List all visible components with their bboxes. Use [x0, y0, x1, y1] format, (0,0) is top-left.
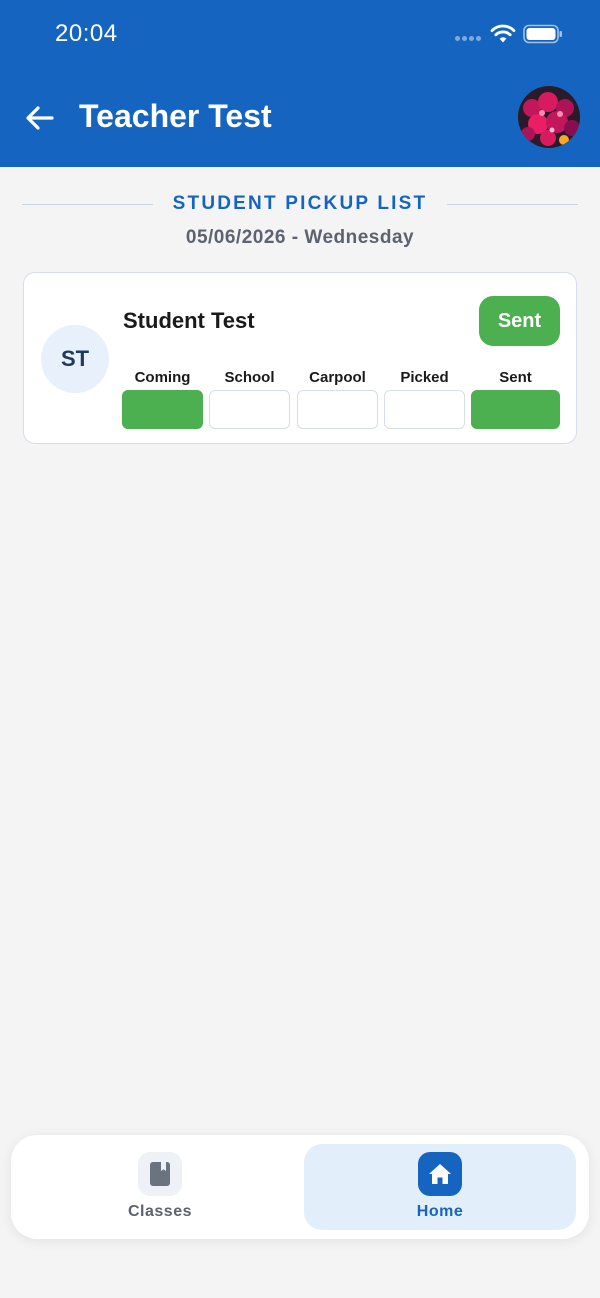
stage-school[interactable]: School: [209, 367, 290, 431]
stage-toggle[interactable]: [209, 390, 290, 429]
stage-toggle[interactable]: [471, 390, 560, 429]
date-label: 05/06/2026 - Wednesday: [185, 227, 415, 248]
student-initials-avatar: ST: [41, 325, 109, 393]
student-card[interactable]: ST Student Test Sent Coming School Carpo…: [23, 272, 577, 444]
divider: [22, 203, 153, 205]
nav-item-home[interactable]: Home: [304, 1144, 576, 1230]
stage-toggle[interactable]: [122, 390, 203, 429]
nav-item-classes[interactable]: Classes: [19, 1144, 301, 1230]
nav-label-classes: Classes: [128, 1203, 192, 1220]
stage-toggle[interactable]: [297, 390, 378, 429]
avatar[interactable]: [518, 86, 580, 148]
stage-label: Coming: [134, 369, 191, 386]
wifi-icon: [490, 24, 516, 43]
divider: [447, 203, 578, 205]
signal-icon: [455, 36, 483, 42]
app-header: 20:04 Teacher Test: [0, 0, 600, 167]
battery-icon: [523, 24, 562, 44]
stage-coming[interactable]: Coming: [122, 367, 203, 431]
stage-label: Sent: [499, 369, 532, 386]
stage-toggle[interactable]: [384, 390, 465, 429]
page-title: Teacher Test: [79, 98, 272, 134]
stage-sent[interactable]: Sent: [471, 367, 560, 431]
section-title: STUDENT PICKUP LIST: [172, 193, 428, 214]
section-header: STUDENT PICKUP LIST: [22, 190, 578, 218]
stage-picked[interactable]: Picked: [384, 367, 465, 431]
book-icon: [138, 1152, 182, 1196]
status-button[interactable]: Sent: [479, 296, 560, 346]
status-time: 20:04: [55, 20, 118, 47]
back-arrow-icon[interactable]: [22, 100, 58, 136]
bottom-nav: Classes Home: [11, 1135, 589, 1239]
stage-label: Picked: [400, 369, 449, 386]
stage-label: Carpool: [309, 369, 366, 386]
stage-carpool[interactable]: Carpool: [297, 367, 378, 431]
student-name: Student Test: [123, 308, 255, 333]
stage-label: School: [224, 369, 275, 386]
home-icon: [418, 1152, 462, 1196]
nav-label-home: Home: [416, 1203, 464, 1220]
